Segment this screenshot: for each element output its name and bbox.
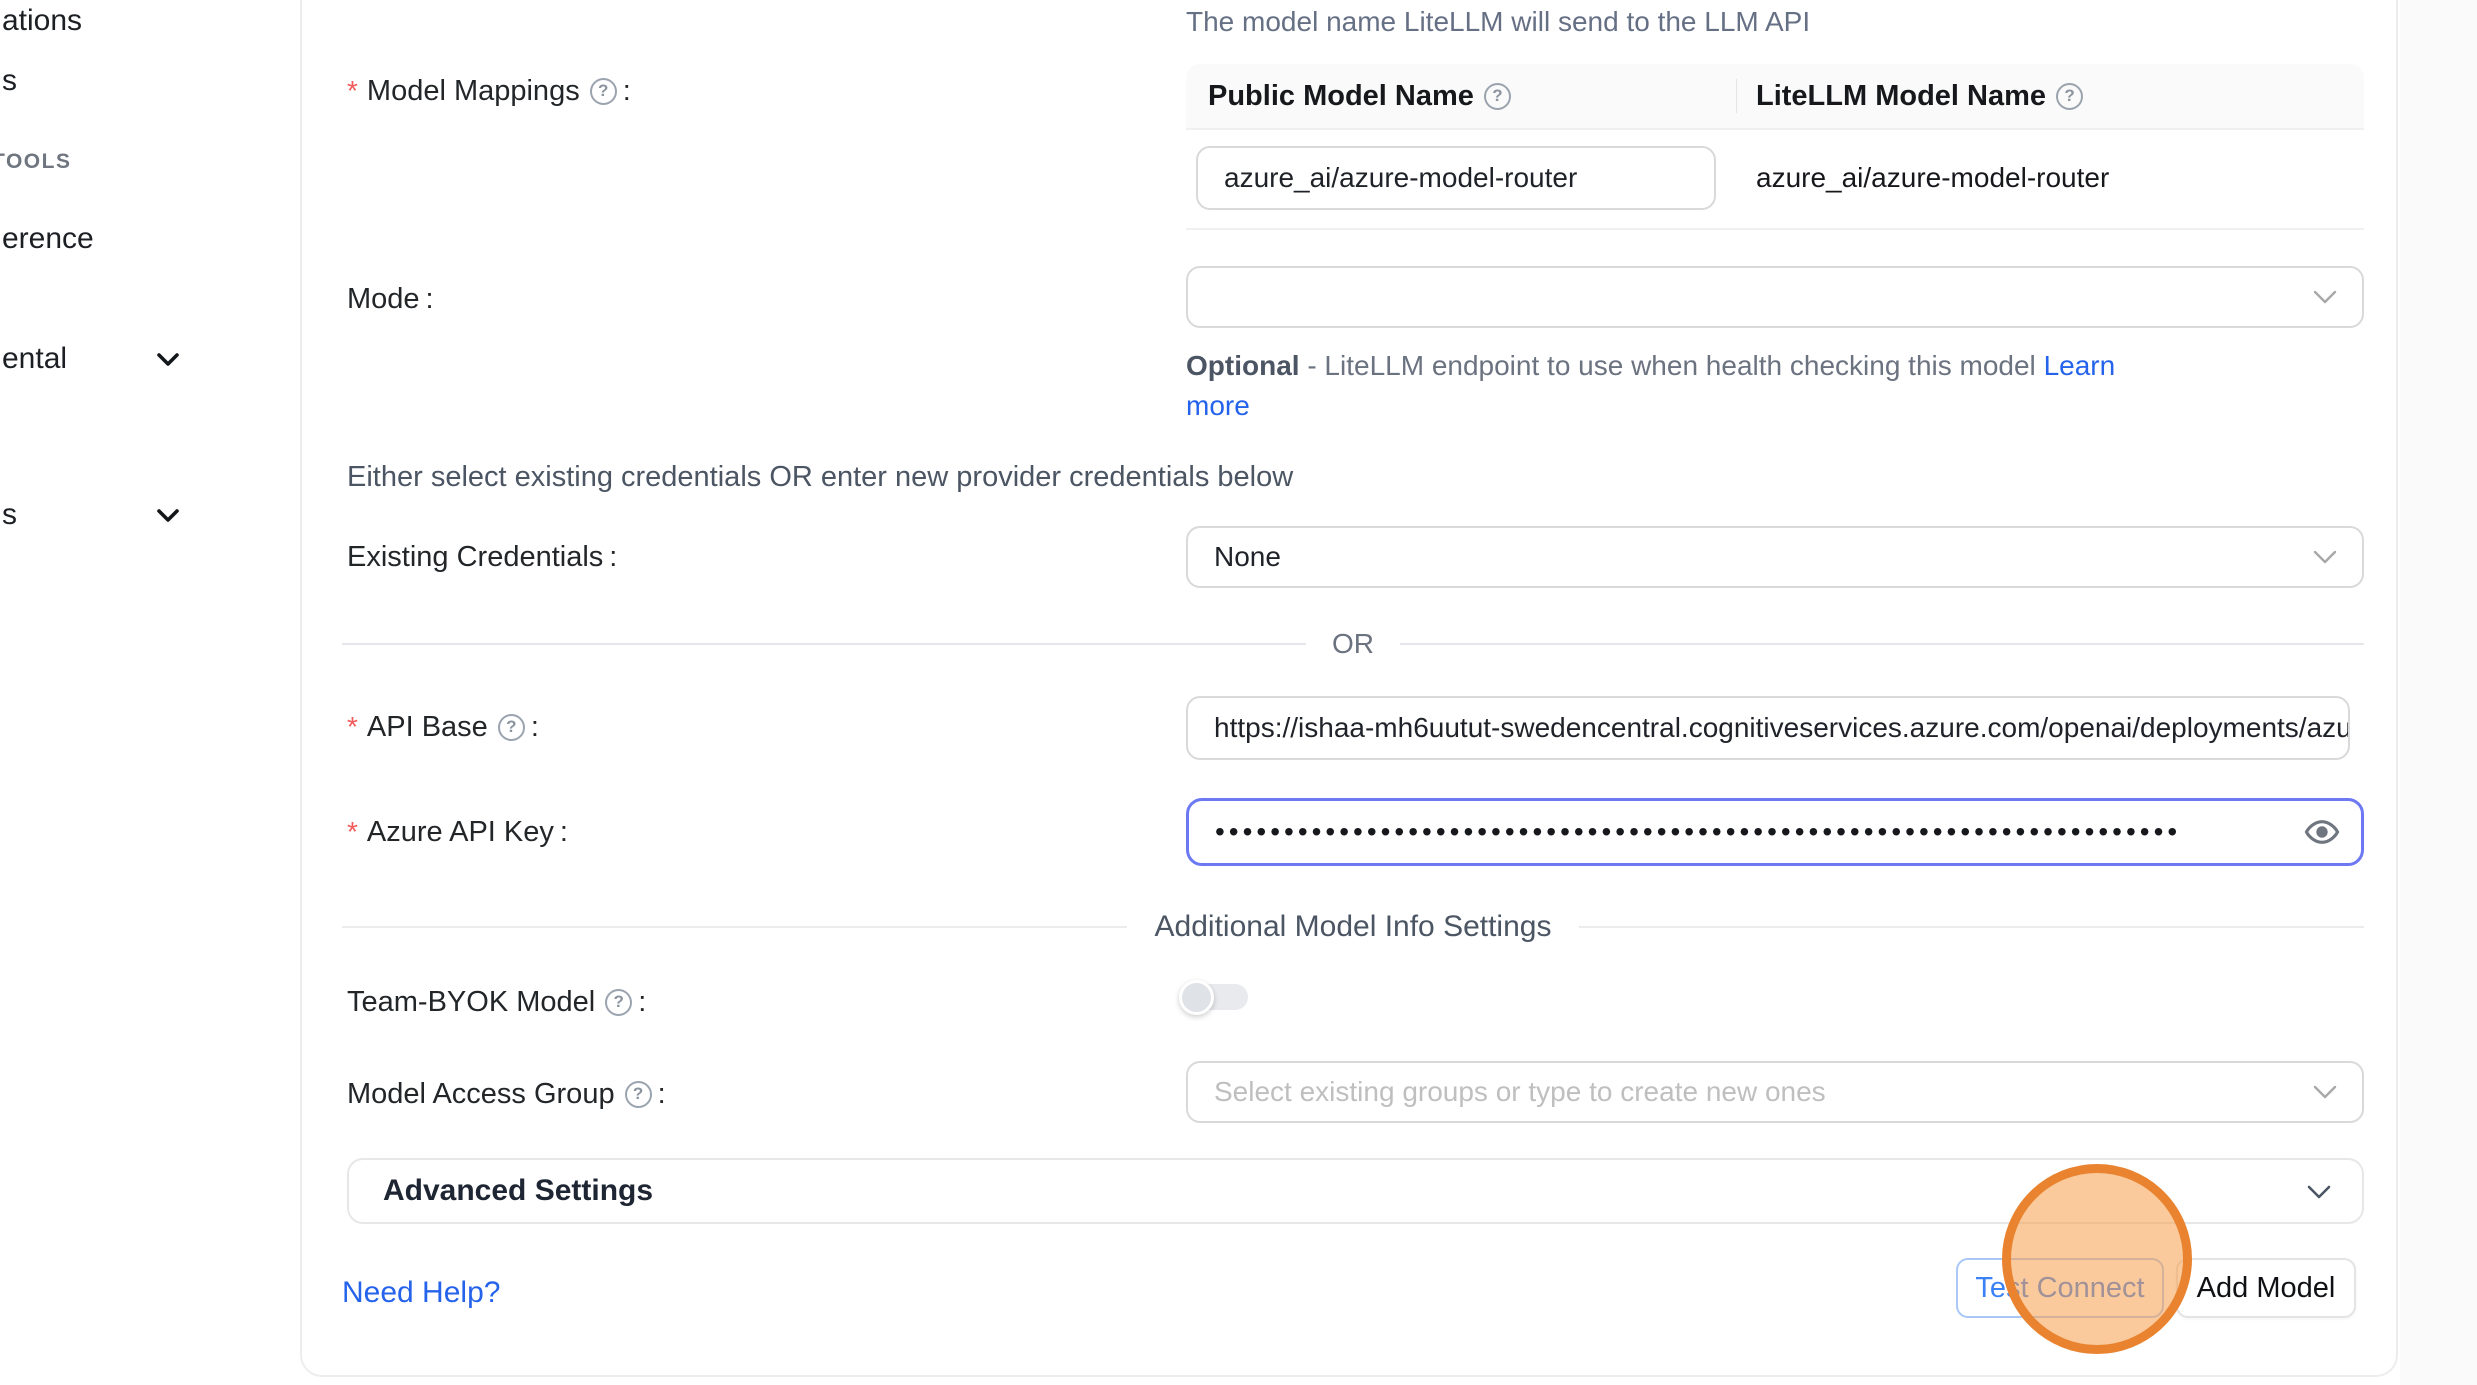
public-model-name-input[interactable]: azure_ai/azure-model-router [1196,146,1716,210]
password-masked-value: ••••••••••••••••••••••••••••••••••••••••… [1189,816,2181,848]
model-access-group-select[interactable]: Select existing groups or type to create… [1186,1061,2364,1123]
model-name-help-text: The model name LiteLLM will send to the … [1186,4,1810,40]
label-colon: : [426,282,434,316]
mode-label-text: Mode [347,282,420,316]
mode-select[interactable] [1186,266,2364,328]
model-access-group-label: Model Access Group ? : [347,1077,666,1111]
sidebar-item-reference[interactable]: erence [2,222,94,256]
question-circle-icon[interactable]: ? [498,714,525,741]
existing-credentials-select[interactable]: None [1186,526,2364,588]
team-byok-label-text: Team-BYOK Model [347,985,595,1019]
public-model-name-header-text: Public Model Name [1208,80,1474,113]
eye-icon[interactable] [2303,813,2341,851]
label-colon: : [658,1077,666,1111]
question-circle-icon[interactable]: ? [1484,83,1511,110]
sidebar-section-tools: TOOLS [0,150,71,174]
litellm-model-name-header-text: LiteLLM Model Name [1756,80,2046,113]
section-divider: Additional Model Info Settings [342,910,2364,944]
chevron-down-icon [156,508,180,524]
sidebar-item-models[interactable]: s [2,64,17,98]
mode-help-text: Optional - LiteLLM endpoint to use when … [1186,346,2115,426]
sidebar-item-experimental[interactable]: ental [2,342,67,376]
divider-line [342,926,1127,928]
chevron-down-icon [2312,1084,2338,1100]
column-separator [1736,79,1737,113]
existing-credentials-value: None [1188,541,1281,573]
column-header-litellm-model-name: LiteLLM Model Name ? [1756,64,2083,128]
advanced-settings-panel[interactable]: Advanced Settings [347,1158,2364,1224]
table-row-divider [1186,228,2364,230]
chevron-down-icon [156,352,180,368]
add-model-button[interactable]: Add Model [2176,1258,2356,1318]
advanced-settings-label: Advanced Settings [383,1160,653,1222]
column-header-public-model-name: Public Model Name ? [1208,64,1511,128]
mode-help-line1: Optional - LiteLLM endpoint to use when … [1186,346,2115,386]
credentials-note: Either select existing credentials OR en… [347,460,1293,494]
sidebar-item-integrations[interactable]: ations [2,4,82,38]
section-divider-text: Additional Model Info Settings [1155,910,1552,944]
mode-label: Mode : [347,282,434,316]
mappings-table-header: Public Model Name ? LiteLLM Model Name ? [1186,64,2364,130]
required-asterisk: * [347,74,358,108]
divider-line [1579,926,2364,928]
page-background [2400,0,2477,1385]
azure-api-key-label-text: Azure API Key [367,815,554,849]
api-base-label: * API Base ? : [347,710,539,744]
test-connect-button[interactable]: Test Connect [1956,1258,2164,1318]
label-colon: : [609,540,617,574]
label-colon: : [623,74,631,108]
azure-api-key-label: * Azure API Key : [347,815,568,849]
model-access-group-label-text: Model Access Group [347,1077,615,1111]
add-model-page: ations s TOOLS erence ental s The model … [0,0,2477,1385]
question-circle-icon[interactable]: ? [590,78,617,105]
optional-text: Optional [1186,350,1300,381]
label-colon: : [560,815,568,849]
learn-more-link[interactable]: Learn [2044,350,2116,381]
label-colon: : [531,710,539,744]
or-divider-text: OR [1332,628,1374,660]
public-model-name-value: azure_ai/azure-model-router [1198,162,1577,194]
api-base-value: https://ishaa-mh6uutut-swedencentral.cog… [1188,712,2350,744]
question-circle-icon[interactable]: ? [2056,83,2083,110]
chevron-down-icon [2306,1184,2332,1200]
azure-api-key-input[interactable]: ••••••••••••••••••••••••••••••••••••••••… [1186,798,2364,866]
model-access-group-placeholder: Select existing groups or type to create… [1188,1076,1826,1108]
litellm-model-name-value: azure_ai/azure-model-router [1756,146,2109,210]
question-circle-icon[interactable]: ? [605,989,632,1016]
model-mappings-label-text: Model Mappings [367,74,580,108]
learn-more-link[interactable]: more [1186,390,1250,421]
toggle-knob[interactable] [1179,980,1214,1015]
existing-credentials-label-text: Existing Credentials [347,540,603,574]
existing-credentials-label: Existing Credentials : [347,540,617,574]
label-colon: : [638,985,646,1019]
divider-line [342,643,1306,645]
question-circle-icon[interactable]: ? [625,1081,652,1108]
sidebar-item-settings[interactable]: s [2,498,17,532]
chevron-down-icon [2312,549,2338,565]
api-base-label-text: API Base [367,710,488,744]
need-help-link[interactable]: Need Help? [342,1276,500,1310]
required-asterisk: * [347,815,358,849]
mode-help-description: - LiteLLM endpoint to use when health ch… [1300,350,2044,381]
api-base-input[interactable]: https://ishaa-mh6uutut-swedencentral.cog… [1186,696,2350,760]
team-byok-label: Team-BYOK Model ? : [347,985,646,1019]
or-divider: OR [342,628,2364,660]
chevron-down-icon [2312,289,2338,305]
mode-help-line2: more [1186,386,2115,426]
divider-line [1400,643,2364,645]
model-mappings-label: * Model Mappings ? : [347,74,631,108]
required-asterisk: * [347,710,358,744]
